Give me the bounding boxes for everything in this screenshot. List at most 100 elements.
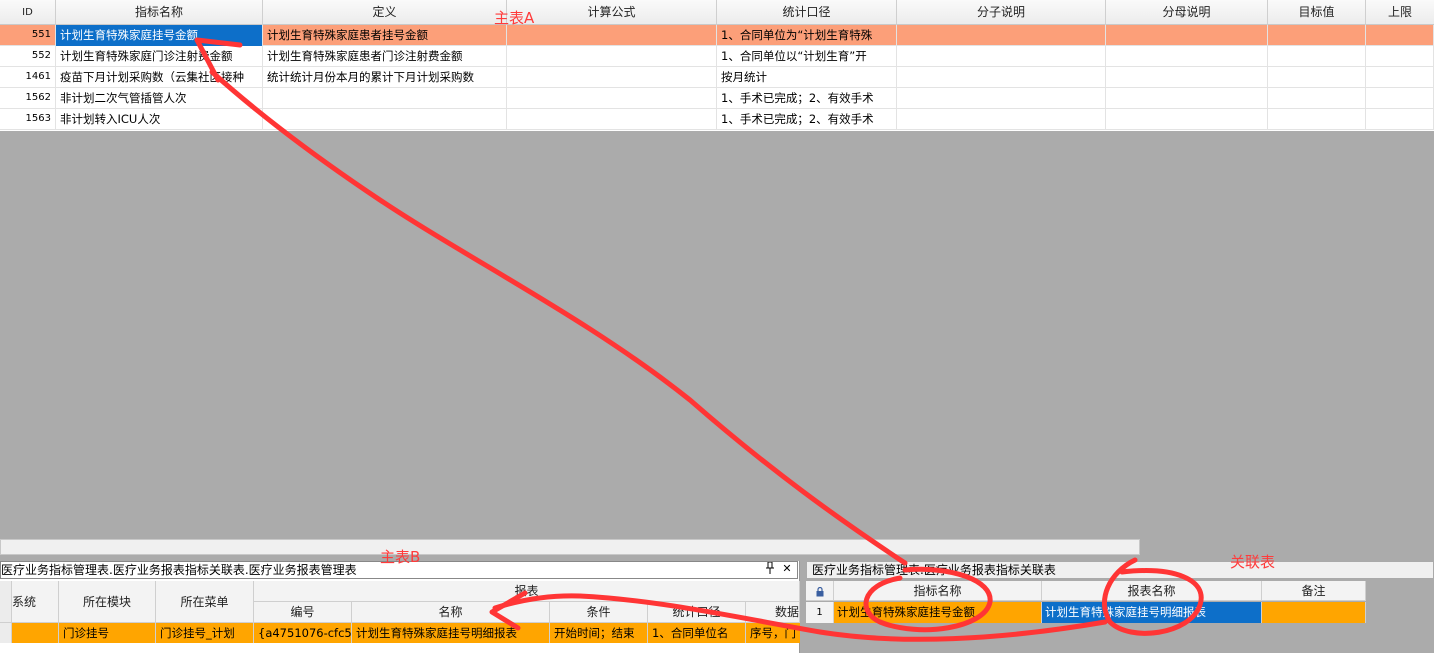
row-id: 551: [0, 25, 56, 46]
row-name[interactable]: 计划生育特殊家庭门诊注射费金额: [56, 46, 263, 67]
row-numerator[interactable]: [897, 67, 1106, 88]
col-system[interactable]: 系统: [12, 581, 59, 623]
col-stat-scope[interactable]: 统计口径: [648, 602, 746, 623]
table-row[interactable]: 1562 非计划二次气管插管人次 1、手术已完成；2、有效手术: [0, 88, 1434, 109]
row-id: 1461: [0, 67, 56, 88]
row-definition[interactable]: 计划生育特殊家庭患者门诊注射费金额: [263, 46, 507, 67]
row-scope[interactable]: 1、合同单位为“计划生育特殊: [717, 25, 897, 46]
row-name[interactable]: 非计划二次气管插管人次: [56, 88, 263, 109]
col-module[interactable]: 所在模块: [59, 581, 156, 623]
row-name[interactable]: 计划生育特殊家庭挂号金额: [56, 25, 263, 46]
row-denominator[interactable]: [1106, 109, 1268, 130]
col-data[interactable]: 数据: [746, 602, 800, 623]
row-scope[interactable]: 1、手术已完成；2、有效手术: [717, 88, 897, 109]
table-row[interactable]: 551 计划生育特殊家庭挂号金额 计划生育特殊家庭患者挂号金额 1、合同单位为“…: [0, 25, 1434, 46]
row-target[interactable]: [1268, 46, 1366, 67]
row-target[interactable]: [1268, 88, 1366, 109]
row-formula[interactable]: [507, 67, 717, 88]
row-code[interactable]: {a4751076-cfc5: [254, 623, 352, 643]
row-definition[interactable]: 计划生育特殊家庭患者挂号金额: [263, 25, 507, 46]
row-report-name[interactable]: 计划生育特殊家庭挂号明细报表: [352, 623, 550, 643]
row-scope[interactable]: 按月统计: [717, 67, 897, 88]
row-denominator[interactable]: [1106, 88, 1268, 109]
col-report-name[interactable]: 报表名称: [1042, 581, 1262, 601]
row-numerator[interactable]: [897, 46, 1106, 67]
horizontal-scrollbar[interactable]: [0, 539, 1140, 555]
col-name[interactable]: 名称: [352, 602, 550, 623]
table-row[interactable]: 1563 非计划转入ICU人次 1、手术已完成；2、有效手术: [0, 109, 1434, 130]
row-definition[interactable]: 统计统计月份本月的累计下月计划采购数: [263, 67, 507, 88]
row-report-name[interactable]: 计划生育特殊家庭挂号明细报表: [1042, 602, 1262, 623]
pin-icon[interactable]: [763, 561, 777, 576]
row-id: 552: [0, 46, 56, 67]
row-denominator[interactable]: [1106, 67, 1268, 88]
group-header-report: 报表: [254, 581, 800, 602]
row-scope[interactable]: 1、手术已完成；2、有效手术: [717, 109, 897, 130]
col-condition[interactable]: 条件: [550, 602, 648, 623]
table-row[interactable]: 门诊挂号 门诊挂号_计划 {a4751076-cfc5 计划生育特殊家庭挂号明细…: [0, 623, 800, 643]
row-target[interactable]: [1268, 109, 1366, 130]
row-numerator[interactable]: [897, 109, 1106, 130]
annotation-main-b: 主表B: [380, 548, 421, 566]
col-menu[interactable]: 所在菜单: [156, 581, 254, 623]
row-denominator[interactable]: [1106, 46, 1268, 67]
annotation-main-a: 主表A: [494, 9, 535, 27]
row-denominator[interactable]: [1106, 25, 1268, 46]
row-module[interactable]: 门诊挂号: [59, 623, 156, 643]
close-icon[interactable]: ✕: [780, 562, 794, 576]
col-formula[interactable]: 计算公式: [507, 0, 717, 25]
row-upper[interactable]: [1366, 67, 1434, 88]
row-name[interactable]: 非计划转入ICU人次: [56, 109, 263, 130]
row-note[interactable]: [1262, 602, 1366, 623]
col-indicator-name[interactable]: 指标名称: [834, 581, 1042, 601]
panel-title: 医疗业务指标管理表.医疗业务报表指标关联表: [806, 561, 1434, 579]
row-data[interactable]: 序号，门: [746, 623, 800, 643]
link-panel: 医疗业务指标管理表.医疗业务报表指标关联表 指标名称 报表名称 备注 1 计划生…: [806, 561, 1434, 653]
col-numerator-desc[interactable]: 分子说明: [897, 0, 1106, 25]
row-upper[interactable]: [1366, 109, 1434, 130]
row-indicator-name[interactable]: 计划生育特殊家庭挂号金额: [834, 602, 1042, 623]
row-target[interactable]: [1268, 25, 1366, 46]
col-id[interactable]: ID: [0, 0, 56, 25]
row-formula[interactable]: [507, 46, 717, 67]
panel-title-text: 医疗业务指标管理表.医疗业务报表指标关联表.医疗业务报表管理表: [1, 563, 357, 577]
row-condition[interactable]: 开始时间；结束: [550, 623, 648, 643]
row-definition[interactable]: [263, 88, 507, 109]
col-upper-limit[interactable]: 上限: [1366, 0, 1434, 25]
table-row[interactable]: 1461 疫苗下月计划采购数（云集社区接种 统计统计月份本月的累计下月计划采购数…: [0, 67, 1434, 88]
row-numerator[interactable]: [897, 88, 1106, 109]
row-upper[interactable]: [1366, 25, 1434, 46]
row-upper[interactable]: [1366, 46, 1434, 67]
row-name[interactable]: 疫苗下月计划采购数（云集社区接种: [56, 67, 263, 88]
row-number: 1: [806, 602, 834, 623]
col-note[interactable]: 备注: [1262, 581, 1366, 601]
row-id: 1562: [0, 88, 56, 109]
row-indicator-header: [0, 581, 12, 623]
row-indicator: [0, 623, 12, 643]
col-scope[interactable]: 统计口径: [717, 0, 897, 25]
row-stat-scope[interactable]: 1、合同单位名: [648, 623, 746, 643]
col-target[interactable]: 目标值: [1268, 0, 1366, 25]
annotation-link-table: 关联表: [1230, 553, 1276, 571]
grid-header: ID 指标名称 定义 计算公式 统计口径 分子说明 分母说明 目标值 上限: [0, 0, 1434, 25]
row-target[interactable]: [1268, 67, 1366, 88]
row-id: 1563: [0, 109, 56, 130]
row-scope[interactable]: 1、合同单位以“计划生育”开: [717, 46, 897, 67]
row-formula[interactable]: [507, 109, 717, 130]
panel-title-text: 医疗业务指标管理表.医疗业务报表指标关联表: [812, 563, 1056, 577]
row-formula[interactable]: [507, 25, 717, 46]
indicator-grid[interactable]: ID 指标名称 定义 计算公式 统计口径 分子说明 分母说明 目标值 上限 55…: [0, 0, 1434, 131]
row-system[interactable]: [12, 623, 59, 643]
report-panel: 医疗业务指标管理表.医疗业务报表指标关联表.医疗业务报表管理表 ✕ 系统 所在模…: [0, 561, 800, 653]
row-formula[interactable]: [507, 88, 717, 109]
col-definition[interactable]: 定义: [263, 0, 507, 25]
col-indicator-name[interactable]: 指标名称: [56, 0, 263, 25]
row-definition[interactable]: [263, 109, 507, 130]
row-menu[interactable]: 门诊挂号_计划: [156, 623, 254, 643]
col-code[interactable]: 编号: [254, 602, 352, 623]
row-numerator[interactable]: [897, 25, 1106, 46]
row-upper[interactable]: [1366, 88, 1434, 109]
col-denominator-desc[interactable]: 分母说明: [1106, 0, 1268, 25]
table-row[interactable]: 552 计划生育特殊家庭门诊注射费金额 计划生育特殊家庭患者门诊注射费金额 1、…: [0, 46, 1434, 67]
lock-icon[interactable]: [806, 581, 834, 601]
